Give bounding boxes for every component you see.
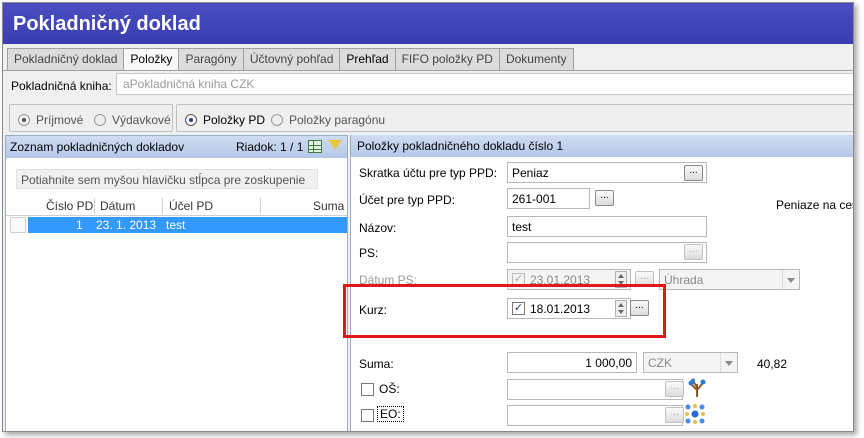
column-suma[interactable]: Suma xyxy=(313,199,344,213)
radio-polozky-pd[interactable]: Položky PD xyxy=(185,113,265,127)
cell-cislo: 1 xyxy=(76,218,83,232)
filter-icon[interactable] xyxy=(328,140,342,150)
tab-dokumenty[interactable]: Dokumenty xyxy=(498,48,574,70)
tab-strip: Pokladničný doklad Položky Paragóny Účto… xyxy=(7,48,574,71)
kniha-input[interactable]: aPokladničná kniha CZK xyxy=(116,73,853,95)
ucet-label: Účet pre typ PPD: xyxy=(359,193,456,207)
tab-uctovny-pohlad[interactable]: Účtovný pohľad xyxy=(242,48,341,70)
chevron-down-icon[interactable] xyxy=(720,353,736,372)
skratka-browse-button[interactable]: ... xyxy=(684,165,703,181)
radio-polozky-paragonu[interactable]: Položky paragónu xyxy=(271,113,385,127)
skratka-label: Skratka účtu pre typ PPD: xyxy=(359,166,498,180)
nazov-label: Názov: xyxy=(359,221,397,235)
column-datum[interactable]: Dátum xyxy=(100,199,135,213)
radio-prijmove[interactable]: Príjmové xyxy=(18,113,83,127)
eo-checkbox[interactable] xyxy=(361,409,374,422)
group-by-area[interactable]: Potiahnite sem myšou hlavičku stĺpca pre… xyxy=(16,169,318,189)
highlight-box xyxy=(343,284,666,338)
radio-dot xyxy=(94,114,106,126)
documents-list-panel: Zoznam pokladničných dokladov Riadok: 1 … xyxy=(5,135,348,431)
tab-polozky[interactable]: Položky xyxy=(123,48,180,71)
tab-divider xyxy=(3,70,853,71)
cell-ucel: test xyxy=(166,218,186,232)
os-checkbox[interactable] xyxy=(361,383,374,396)
suma-label: Suma: xyxy=(359,357,394,371)
os-browse-button[interactable]: ... xyxy=(665,381,684,397)
tree-structure-icon[interactable] xyxy=(687,378,707,398)
ps-label: PS: xyxy=(359,246,379,260)
uhrada-combo[interactable]: Úhrada xyxy=(659,269,800,290)
window-title: Pokladničný doklad xyxy=(3,3,853,44)
item-detail-header: Položky pokladničného dokladu číslo 1 xyxy=(351,135,853,157)
radio-vydavkove[interactable]: Výdavkové xyxy=(94,113,171,127)
grid-icon[interactable] xyxy=(308,140,322,153)
ucet-input[interactable]: 261-001 xyxy=(507,188,590,209)
eo-label: EO: xyxy=(377,406,404,422)
kniha-label: Pokladničná kniha: xyxy=(11,79,112,93)
column-cislo-pd[interactable]: Číslo PD xyxy=(46,199,93,213)
tab-pokladnicny-doklad[interactable]: Pokladničný doklad xyxy=(7,48,125,70)
chevron-down-icon[interactable] xyxy=(782,270,798,289)
type-radio-group: Príjmové Výdavkové xyxy=(9,104,173,132)
documents-list-title: Zoznam pokladničných dokladov xyxy=(10,140,185,154)
main-window: Pokladničný doklad Pokladničný doklad Po… xyxy=(2,2,854,432)
radio-label: Príjmové xyxy=(36,113,84,127)
ps-input[interactable] xyxy=(507,242,707,263)
ucet-browse-button[interactable]: ... xyxy=(595,190,614,206)
eo-input[interactable] xyxy=(507,405,683,426)
converted-amount: 40,82 xyxy=(757,357,788,371)
tab-paragony[interactable]: Paragóny xyxy=(178,48,244,70)
column-separator xyxy=(162,198,163,214)
radio-dot xyxy=(18,114,30,126)
row-counter: Riadok: 1 / 1 xyxy=(236,140,304,154)
os-label: OŠ: xyxy=(379,382,400,396)
radio-dot xyxy=(185,114,197,126)
radio-label: Položky paragónu xyxy=(289,113,386,127)
row-indicator xyxy=(10,217,26,233)
column-separator xyxy=(94,198,95,214)
documents-list-header: Zoznam pokladničných dokladov Riadok: 1 … xyxy=(6,136,347,158)
skratka-input[interactable]: Peniaz xyxy=(507,162,707,183)
tab-fifo-polozky[interactable]: FIFO položky PD xyxy=(394,48,500,70)
suma-input[interactable]: 1 000,00 xyxy=(507,352,637,373)
radio-dot xyxy=(271,114,283,126)
org-units-icon[interactable] xyxy=(685,404,705,424)
tab-prehlad[interactable]: Prehľad xyxy=(339,48,396,70)
os-input[interactable] xyxy=(507,379,683,400)
cell-datum: 23. 1. 2013 xyxy=(96,218,157,232)
eo-browse-button[interactable]: ... xyxy=(665,407,684,423)
column-ucel-pd[interactable]: Účel PD xyxy=(169,199,213,213)
items-radio-group: Položky PD Položky paragónu xyxy=(176,104,853,132)
ps-browse-button[interactable]: ... xyxy=(684,244,703,260)
table-row[interactable]: 1 23. 1. 2013 test xyxy=(28,217,347,233)
ucet-description: Peniaze na ceste xyxy=(776,198,853,212)
grid-header: Číslo PD Dátum Účel PD Suma xyxy=(6,196,347,216)
nazov-input[interactable]: test xyxy=(507,216,707,237)
column-separator xyxy=(260,198,261,214)
radio-label: Položky PD xyxy=(203,113,266,127)
radio-label: Výdavkové xyxy=(112,113,171,127)
